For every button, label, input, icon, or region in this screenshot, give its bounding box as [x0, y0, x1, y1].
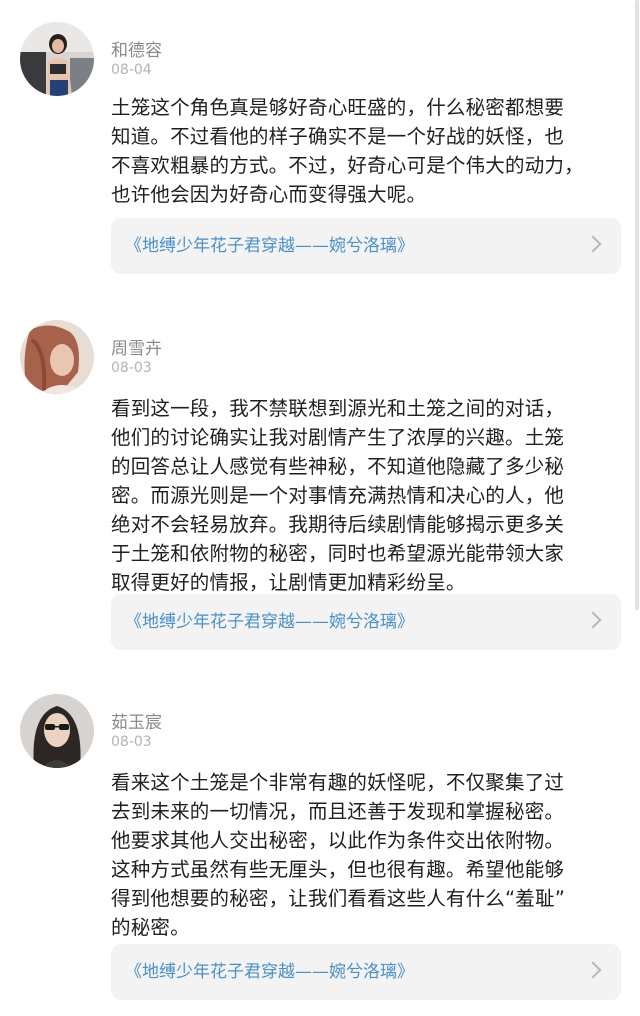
book-link-card[interactable]: 《地缚少年花子君穿越——婉兮洛璃》 — [111, 218, 621, 274]
comment-text-line: 看来这个土笼是个非常有趣的妖怪呢，不仅聚集了过 — [111, 771, 565, 794]
chevron-right-icon — [584, 611, 602, 629]
comment-text-line: 去到未来的一切情况，而且还善于发现和掌握秘密。 — [111, 800, 565, 823]
book-link-title[interactable]: 《地缚少年花子君穿越——婉兮洛璃》 — [125, 944, 414, 1000]
comment-text-line: 看到这一段，我不禁联想到源光和土笼之间的对话， — [111, 397, 565, 420]
comment-text-line: 不喜欢粗暴的方式。不过，好奇心可是个伟大的动力， — [111, 154, 584, 177]
chevron-right-icon — [584, 961, 602, 979]
comment-text-line: 知道。不过看他的样子确实不是一个好战的妖怪，也 — [111, 125, 565, 148]
comment-text-line: 也许他会因为好奇心而变得强大呢。 — [111, 183, 427, 206]
comment-text-line: 的回答总让人感觉有些神秘，不知道他隐藏了多少秘 — [111, 455, 565, 478]
scrollbar[interactable] — [635, 0, 639, 610]
username[interactable]: 周雪卉 — [111, 334, 162, 359]
avatar-photo-icon — [20, 22, 94, 96]
book-link-card[interactable]: 《地缚少年花子君穿越——婉兮洛璃》 — [111, 944, 621, 1000]
comment-text-line: 绝对不会轻易放弃。我期待后续剧情能够揭示更多关 — [111, 513, 565, 536]
comment-text-line: 土笼这个角色真是够好奇心旺盛的，什么秘密都想要 — [111, 96, 565, 119]
username[interactable]: 茹玉宸 — [111, 708, 162, 733]
comment-text: 看来这个土笼是个非常有趣的妖怪呢，不仅聚集了过 去到未来的一切情况，而且还善于发… — [111, 768, 626, 942]
comment-text-line: 取得更好的情报，让剧情更加精彩纷呈。 — [111, 571, 466, 594]
comment-text-line: 他要求其他人交出秘密，以此作为条件交出依附物。 — [111, 829, 565, 852]
comment-text: 看到这一段，我不禁联想到源光和土笼之间的对话， 他们的讨论确实让我对剧情产生了浓… — [111, 394, 626, 597]
comment-text-line: 密。而源光则是一个对事情充满热情和决心的人，他 — [111, 484, 565, 507]
book-link-title[interactable]: 《地缚少年花子君穿越——婉兮洛璃》 — [125, 218, 414, 274]
avatar-photo-icon — [20, 320, 94, 394]
comment-date: 08-03 — [111, 734, 152, 750]
book-link-card[interactable]: 《地缚少年花子君穿越——婉兮洛璃》 — [111, 594, 621, 650]
comment-date: 08-03 — [111, 360, 152, 376]
comment-text: 土笼这个角色真是够好奇心旺盛的，什么秘密都想要 知道。不过看他的样子确实不是一个… — [111, 93, 626, 209]
comment-text-line: 他们的讨论确实让我对剧情产生了浓厚的兴趣。土笼 — [111, 426, 565, 449]
book-link-title[interactable]: 《地缚少年花子君穿越——婉兮洛璃》 — [125, 594, 414, 650]
user-avatar[interactable] — [20, 22, 94, 96]
comment-date: 08-04 — [111, 62, 152, 78]
comment-text-line: 的秘密。 — [111, 916, 190, 939]
username[interactable]: 和德容 — [111, 36, 162, 61]
user-avatar[interactable] — [20, 320, 94, 394]
comment-text-line: 得到他想要的秘密，让我们看看这些人有什么“羞耻” — [111, 887, 566, 910]
user-avatar[interactable] — [20, 694, 94, 768]
comment-text-line: 于土笼和依附物的秘密，同时也希望源光能带领大家 — [111, 542, 565, 565]
avatar-photo-icon — [20, 694, 94, 768]
chevron-right-icon — [584, 235, 602, 253]
comment-text-line: 这种方式虽然有些无厘头，但也很有趣。希望他能够 — [111, 858, 565, 881]
